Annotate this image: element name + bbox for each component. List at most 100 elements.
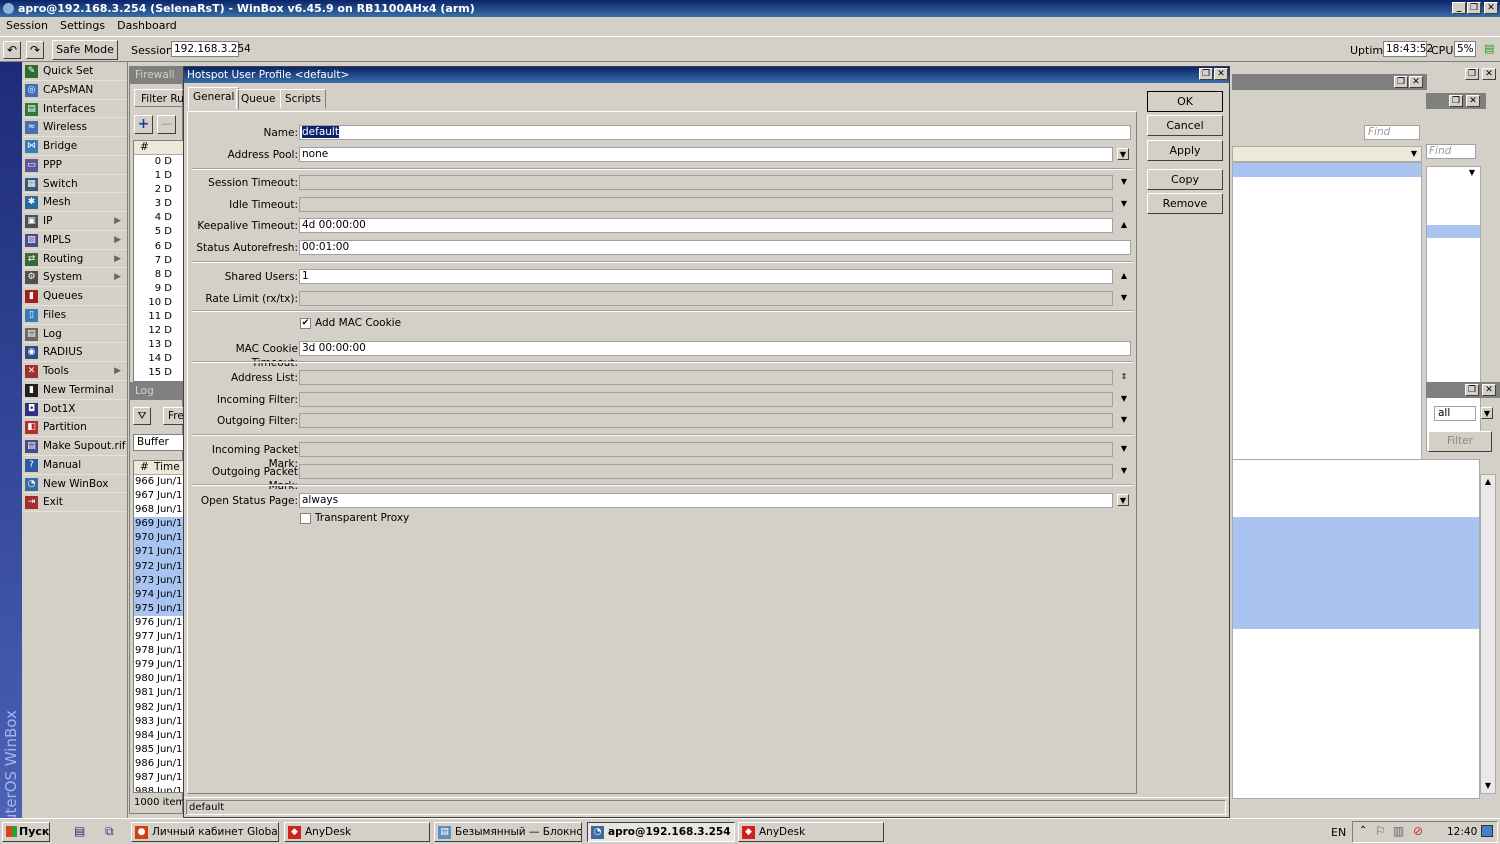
sidebar-item-queues[interactable]: ▮ Queues: [22, 287, 127, 306]
table-row[interactable]: 8 D: [134, 268, 184, 282]
all-dropdown-icon[interactable]: ▼: [1481, 407, 1493, 419]
buffer-field[interactable]: Buffer: [133, 434, 185, 451]
sidebar-item-interfaces[interactable]: ▤ Interfaces: [22, 100, 127, 119]
mac-cookie-timeout-input[interactable]: 3d 00:00:00: [299, 341, 1131, 356]
taskbar-task[interactable]: ● Личный кабинет Global ...: [131, 822, 279, 842]
add-rule-icon[interactable]: +: [134, 115, 153, 134]
tab-general[interactable]: General: [188, 87, 240, 110]
session-timeout-input[interactable]: [299, 175, 1113, 190]
bg-window-4-maximize[interactable]: ❐: [1465, 384, 1479, 396]
bg-window-2-maximize[interactable]: ❐: [1465, 68, 1479, 80]
sidebar-item-dot1x[interactable]: ◘ Dot1X: [22, 400, 127, 419]
freeze-button[interactable]: Fre: [163, 407, 185, 425]
name-input[interactable]: default: [299, 125, 1131, 140]
copy-button[interactable]: Copy: [1147, 169, 1223, 190]
log-row[interactable]: 988 Jun/1: [134, 785, 184, 792]
incoming-filter-input[interactable]: [299, 392, 1113, 407]
idle-timeout-dropdown-icon[interactable]: ▼: [1118, 198, 1130, 210]
add-mac-cookie-checkbox[interactable]: ✔: [300, 318, 311, 329]
sidebar-item-bridge[interactable]: ⋈ Bridge: [22, 137, 127, 156]
open-status-page-select[interactable]: always: [299, 493, 1113, 508]
bg-window-3-close[interactable]: ✕: [1466, 95, 1480, 107]
log-row[interactable]: 976 Jun/1: [134, 616, 184, 630]
sidebar-item-mesh[interactable]: ✱ Mesh: [22, 193, 127, 212]
table-row[interactable]: 12 D: [134, 324, 184, 338]
tray-network-icon[interactable]: ▥: [1393, 824, 1404, 838]
log-row[interactable]: 983 Jun/1: [134, 715, 184, 729]
tray-flag-icon[interactable]: ⚐: [1375, 824, 1386, 838]
table-row[interactable]: 4 D: [134, 211, 184, 225]
log-row[interactable]: 971 Jun/1: [134, 545, 184, 560]
log-row[interactable]: 979 Jun/1: [134, 658, 184, 672]
log-row[interactable]: 981 Jun/1: [134, 686, 184, 700]
table-row[interactable]: 6 D: [134, 240, 184, 254]
bg-window-4-close[interactable]: ✕: [1482, 384, 1496, 396]
sidebar-item-system[interactable]: ⚙ System ▶: [22, 268, 127, 287]
taskbar-task[interactable]: ◆ AnyDesk: [284, 822, 430, 842]
sidebar-item-wireless[interactable]: ≈ Wireless: [22, 118, 127, 137]
sidebar-item-manual[interactable]: ? Manual: [22, 456, 127, 475]
close-button[interactable]: ✕: [1484, 2, 1498, 14]
bg-window-2-close[interactable]: ✕: [1482, 68, 1496, 80]
table-row[interactable]: 2 D: [134, 183, 184, 197]
dialog-maximize-button[interactable]: ❐: [1199, 68, 1213, 80]
sidebar-item-radius[interactable]: ◉ RADIUS: [22, 343, 127, 362]
log-row[interactable]: 967 Jun/1: [134, 489, 184, 503]
safe-mode-button[interactable]: Safe Mode: [52, 40, 118, 60]
table-row[interactable]: 0 D: [134, 155, 184, 169]
keepalive-timeout-input[interactable]: 4d 00:00:00: [299, 218, 1113, 233]
taskbar-task[interactable]: ◔ apro@192.168.3.254 (...: [587, 822, 735, 842]
log-row[interactable]: 987 Jun/1: [134, 771, 184, 785]
address-pool-dropdown-icon[interactable]: ▼: [1117, 148, 1129, 160]
log-row[interactable]: 972 Jun/1: [134, 559, 184, 574]
shared-users-input[interactable]: 1: [299, 269, 1113, 284]
address-pool-select[interactable]: none: [299, 147, 1113, 162]
table-row[interactable]: 13 D: [134, 338, 184, 352]
idle-timeout-input[interactable]: [299, 197, 1113, 212]
taskbar-task[interactable]: ▤ Безымянный — Блокнот: [434, 822, 582, 842]
outgoing-filter-dropdown-icon[interactable]: ▼: [1118, 414, 1130, 426]
keepalive-timeout-collapse-icon[interactable]: ▲: [1118, 219, 1130, 231]
sidebar-item-files[interactable]: ▯ Files: [22, 306, 127, 325]
log-row[interactable]: 977 Jun/1: [134, 630, 184, 644]
incoming-packet-mark-input[interactable]: [299, 442, 1113, 457]
log-title[interactable]: Log: [130, 383, 182, 400]
sidebar-item-switch[interactable]: ▦ Switch: [22, 175, 127, 194]
transparent-proxy-checkbox[interactable]: [300, 513, 311, 524]
tray-expand-icon[interactable]: ⌃: [1359, 825, 1367, 836]
dialog-titlebar[interactable]: Hotspot User Profile <default> ❐ ✕: [184, 67, 1229, 83]
table-row[interactable]: 15 D: [134, 366, 184, 380]
log-row[interactable]: 968 Jun/1: [134, 503, 184, 517]
table-row[interactable]: 9 D: [134, 282, 184, 296]
session-field[interactable]: 192.168.3.254: [171, 41, 251, 57]
minimize-button[interactable]: _: [1452, 2, 1466, 14]
log-row[interactable]: 974 Jun/1: [134, 587, 184, 602]
tab-queue[interactable]: Queue: [236, 89, 281, 109]
find-input-1[interactable]: Find: [1364, 125, 1420, 140]
log-row[interactable]: 973 Jun/1: [134, 573, 184, 588]
maximize-button[interactable]: ❐: [1467, 2, 1481, 14]
taskbar-task[interactable]: ◆ AnyDesk: [738, 822, 884, 842]
shared-users-collapse-icon[interactable]: ▲: [1118, 270, 1130, 282]
bg-scrollbar[interactable]: ▲ ▼: [1480, 474, 1496, 794]
rate-limit-dropdown-icon[interactable]: ▼: [1118, 292, 1130, 304]
scroll-down-icon[interactable]: ▼: [1482, 780, 1494, 792]
sidebar-item-make-supout-rif[interactable]: ▤ Make Supout.rif: [22, 437, 127, 456]
tray-volume-icon[interactable]: ⊘: [1413, 824, 1423, 838]
log-row[interactable]: 980 Jun/1: [134, 672, 184, 686]
table-row[interactable]: 11 D: [134, 310, 184, 324]
menu-session[interactable]: Session: [0, 17, 54, 32]
bg-window-1-close[interactable]: ✕: [1409, 76, 1423, 88]
language-indicator[interactable]: EN: [1331, 826, 1346, 839]
log-row[interactable]: 985 Jun/1: [134, 743, 184, 757]
start-button[interactable]: Пуск: [2, 822, 50, 842]
tray-desktop-icon[interactable]: [1481, 825, 1493, 837]
remove-button[interactable]: Remove: [1147, 193, 1223, 214]
outgoing-packet-mark-input[interactable]: [299, 464, 1113, 479]
all-select[interactable]: all: [1434, 406, 1476, 421]
tab-scripts[interactable]: Scripts: [280, 89, 326, 109]
switch-windows-icon[interactable]: ⧉: [105, 824, 121, 840]
log-row[interactable]: 969 Jun/1: [134, 517, 184, 532]
remove-rule-icon[interactable]: —: [157, 115, 176, 134]
open-status-page-dropdown-icon[interactable]: ▼: [1117, 494, 1129, 506]
